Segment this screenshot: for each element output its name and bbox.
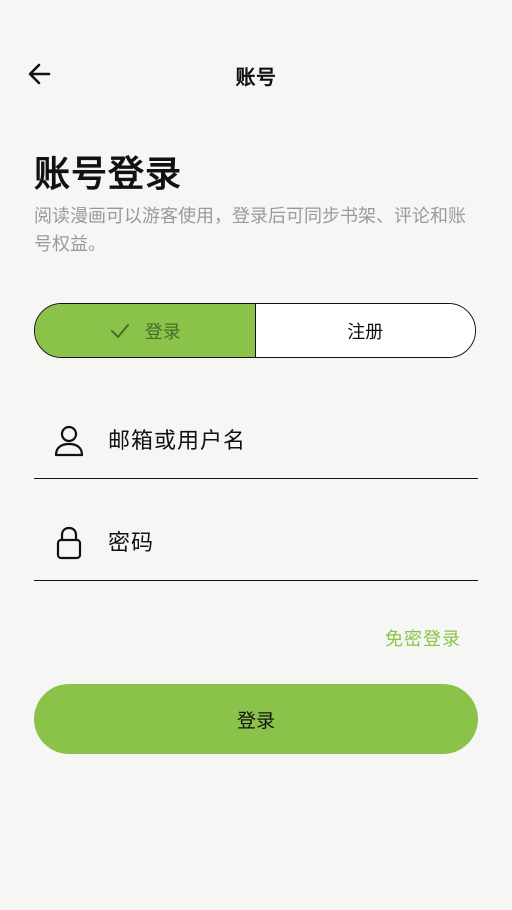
tab-register[interactable]: 注册 [255, 304, 475, 357]
login-heading: 账号登录 [34, 154, 183, 195]
login-submit-button[interactable]: 登录 [34, 684, 478, 754]
tab-register-label: 注册 [347, 321, 384, 343]
tab-login[interactable]: 登录 [35, 304, 256, 357]
login-description: 阅读漫画可以游客使用，登录后可同步书架、评论和账号权益。 [34, 206, 466, 255]
auth-mode-toggle: 登录 注册 [34, 303, 476, 358]
page-title: 账号 [235, 65, 277, 89]
tab-login-label: 登录 [144, 321, 181, 343]
check-icon [109, 320, 131, 342]
lock-icon [52, 525, 86, 561]
username-field [34, 403, 478, 479]
password-field [34, 505, 478, 581]
user-icon [52, 423, 86, 459]
password-input[interactable] [108, 523, 468, 563]
login-submit-label: 登录 [236, 709, 275, 732]
username-input[interactable] [108, 421, 468, 461]
passwordless-login-link[interactable]: 免密登录 [385, 625, 461, 651]
top-bar: 账号 [0, 48, 512, 102]
